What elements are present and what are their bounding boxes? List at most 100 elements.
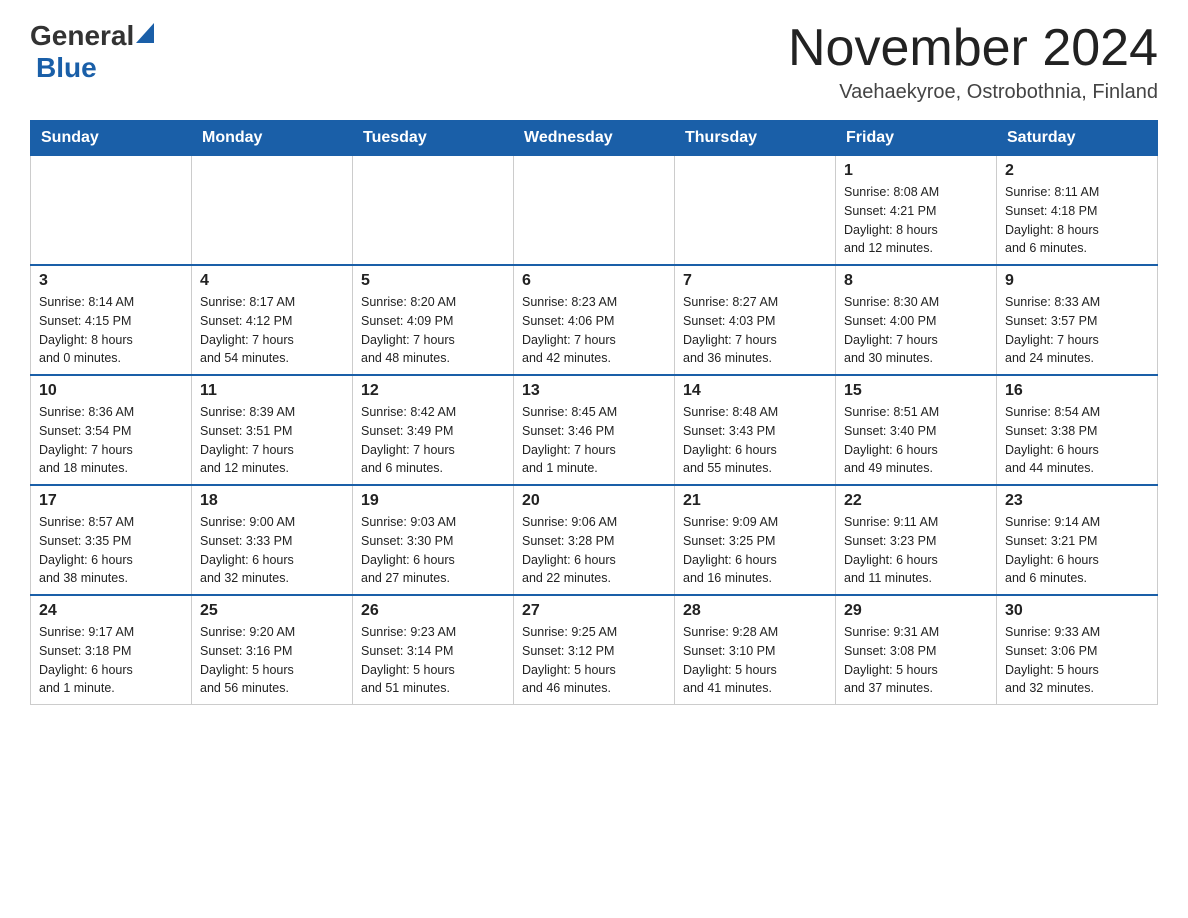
calendar-header-monday: Monday bbox=[192, 121, 353, 156]
day-info: Sunrise: 9:20 AM Sunset: 3:16 PM Dayligh… bbox=[200, 623, 344, 698]
calendar-cell: 17 Sunrise: 8:57 AM Sunset: 3:35 PM Dayli… bbox=[31, 485, 192, 595]
page-header: General Blue November 2024 Vaehaekyroe, … bbox=[30, 20, 1158, 104]
day-number: 30 bbox=[1005, 602, 1149, 620]
title-area: November 2024 Vaehaekyroe, Ostrobothnia,… bbox=[788, 20, 1158, 104]
day-info: Sunrise: 9:23 AM Sunset: 3:14 PM Dayligh… bbox=[361, 623, 505, 698]
day-number: 7 bbox=[683, 272, 827, 290]
calendar-cell: 22 Sunrise: 9:11 AM Sunset: 3:23 PM Dayli… bbox=[836, 485, 997, 595]
calendar-header-saturday: Saturday bbox=[997, 121, 1158, 156]
day-number: 2 bbox=[1005, 162, 1149, 180]
calendar-cell: 23 Sunrise: 9:14 AM Sunset: 3:21 PM Dayli… bbox=[997, 485, 1158, 595]
calendar-header-row: SundayMondayTuesdayWednesdayThursdayFrid… bbox=[31, 121, 1158, 156]
calendar-cell: 10 Sunrise: 8:36 AM Sunset: 3:54 PM Dayli… bbox=[31, 375, 192, 485]
logo-general-text: General bbox=[30, 20, 134, 52]
day-info: Sunrise: 8:57 AM Sunset: 3:35 PM Dayligh… bbox=[39, 513, 183, 588]
day-info: Sunrise: 9:09 AM Sunset: 3:25 PM Dayligh… bbox=[683, 513, 827, 588]
calendar-week-row: 3 Sunrise: 8:14 AM Sunset: 4:15 PM Daylig… bbox=[31, 265, 1158, 375]
calendar-cell: 24Sunrise: 9:17 AM Sunset: 3:18 PM Dayli… bbox=[31, 595, 192, 705]
day-number: 25 bbox=[200, 602, 344, 620]
calendar-cell: 5 Sunrise: 8:20 AM Sunset: 4:09 PM Daylig… bbox=[353, 265, 514, 375]
calendar-week-row: 17 Sunrise: 8:57 AM Sunset: 3:35 PM Dayli… bbox=[31, 485, 1158, 595]
day-info: Sunrise: 9:11 AM Sunset: 3:23 PM Dayligh… bbox=[844, 513, 988, 588]
day-number: 8 bbox=[844, 272, 988, 290]
day-number: 26 bbox=[361, 602, 505, 620]
day-info: Sunrise: 9:17 AM Sunset: 3:18 PM Dayligh… bbox=[39, 623, 183, 698]
calendar-cell bbox=[353, 156, 514, 266]
logo-triangle-icon bbox=[136, 23, 154, 48]
calendar-cell: 3 Sunrise: 8:14 AM Sunset: 4:15 PM Daylig… bbox=[31, 265, 192, 375]
day-info: Sunrise: 9:31 AM Sunset: 3:08 PM Dayligh… bbox=[844, 623, 988, 698]
calendar-cell: 27Sunrise: 9:25 AM Sunset: 3:12 PM Dayli… bbox=[514, 595, 675, 705]
day-number: 10 bbox=[39, 382, 183, 400]
calendar-header-tuesday: Tuesday bbox=[353, 121, 514, 156]
calendar-cell: 14 Sunrise: 8:48 AM Sunset: 3:43 PM Dayli… bbox=[675, 375, 836, 485]
day-number: 13 bbox=[522, 382, 666, 400]
day-number: 22 bbox=[844, 492, 988, 510]
day-number: 4 bbox=[200, 272, 344, 290]
calendar-table: SundayMondayTuesdayWednesdayThursdayFrid… bbox=[30, 120, 1158, 705]
day-number: 11 bbox=[200, 382, 344, 400]
day-info: Sunrise: 8:36 AM Sunset: 3:54 PM Dayligh… bbox=[39, 403, 183, 478]
calendar-week-row: 1Sunrise: 8:08 AM Sunset: 4:21 PM Daylig… bbox=[31, 156, 1158, 266]
day-info: Sunrise: 8:54 AM Sunset: 3:38 PM Dayligh… bbox=[1005, 403, 1149, 478]
calendar-cell: 30 Sunrise: 9:33 AM Sunset: 3:06 PM Dayli… bbox=[997, 595, 1158, 705]
day-info: Sunrise: 9:00 AM Sunset: 3:33 PM Dayligh… bbox=[200, 513, 344, 588]
day-info: Sunrise: 9:14 AM Sunset: 3:21 PM Dayligh… bbox=[1005, 513, 1149, 588]
day-number: 5 bbox=[361, 272, 505, 290]
calendar-cell: 12Sunrise: 8:42 AM Sunset: 3:49 PM Dayli… bbox=[353, 375, 514, 485]
calendar-header-thursday: Thursday bbox=[675, 121, 836, 156]
calendar-header-friday: Friday bbox=[836, 121, 997, 156]
calendar-cell: 18 Sunrise: 9:00 AM Sunset: 3:33 PM Dayli… bbox=[192, 485, 353, 595]
calendar-cell: 9 Sunrise: 8:33 AM Sunset: 3:57 PM Daylig… bbox=[997, 265, 1158, 375]
day-info: Sunrise: 8:48 AM Sunset: 3:43 PM Dayligh… bbox=[683, 403, 827, 478]
month-title: November 2024 bbox=[788, 20, 1158, 77]
calendar-cell: 1Sunrise: 8:08 AM Sunset: 4:21 PM Daylig… bbox=[836, 156, 997, 266]
calendar-cell bbox=[31, 156, 192, 266]
day-number: 17 bbox=[39, 492, 183, 510]
day-number: 1 bbox=[844, 162, 988, 180]
day-info: Sunrise: 8:39 AM Sunset: 3:51 PM Dayligh… bbox=[200, 403, 344, 478]
day-number: 19 bbox=[361, 492, 505, 510]
day-info: Sunrise: 9:06 AM Sunset: 3:28 PM Dayligh… bbox=[522, 513, 666, 588]
calendar-cell: 29Sunrise: 9:31 AM Sunset: 3:08 PM Dayli… bbox=[836, 595, 997, 705]
day-info: Sunrise: 8:27 AM Sunset: 4:03 PM Dayligh… bbox=[683, 293, 827, 368]
calendar-cell: 15Sunrise: 8:51 AM Sunset: 3:40 PM Dayli… bbox=[836, 375, 997, 485]
day-number: 15 bbox=[844, 382, 988, 400]
day-number: 18 bbox=[200, 492, 344, 510]
day-number: 23 bbox=[1005, 492, 1149, 510]
day-info: Sunrise: 9:28 AM Sunset: 3:10 PM Dayligh… bbox=[683, 623, 827, 698]
calendar-cell: 11 Sunrise: 8:39 AM Sunset: 3:51 PM Dayli… bbox=[192, 375, 353, 485]
calendar-cell: 21 Sunrise: 9:09 AM Sunset: 3:25 PM Dayli… bbox=[675, 485, 836, 595]
day-info: Sunrise: 8:33 AM Sunset: 3:57 PM Dayligh… bbox=[1005, 293, 1149, 368]
day-info: Sunrise: 8:14 AM Sunset: 4:15 PM Dayligh… bbox=[39, 293, 183, 368]
calendar-cell: 16 Sunrise: 8:54 AM Sunset: 3:38 PM Dayli… bbox=[997, 375, 1158, 485]
day-number: 9 bbox=[1005, 272, 1149, 290]
calendar-cell: 4 Sunrise: 8:17 AM Sunset: 4:12 PM Daylig… bbox=[192, 265, 353, 375]
day-number: 28 bbox=[683, 602, 827, 620]
calendar-header-sunday: Sunday bbox=[31, 121, 192, 156]
day-info: Sunrise: 8:11 AM Sunset: 4:18 PM Dayligh… bbox=[1005, 183, 1149, 258]
calendar-cell bbox=[675, 156, 836, 266]
calendar-cell: 6Sunrise: 8:23 AM Sunset: 4:06 PM Daylig… bbox=[514, 265, 675, 375]
day-number: 12 bbox=[361, 382, 505, 400]
day-number: 20 bbox=[522, 492, 666, 510]
calendar-cell: 8 Sunrise: 8:30 AM Sunset: 4:00 PM Daylig… bbox=[836, 265, 997, 375]
calendar-week-row: 10 Sunrise: 8:36 AM Sunset: 3:54 PM Dayli… bbox=[31, 375, 1158, 485]
day-info: Sunrise: 9:25 AM Sunset: 3:12 PM Dayligh… bbox=[522, 623, 666, 698]
day-info: Sunrise: 8:17 AM Sunset: 4:12 PM Dayligh… bbox=[200, 293, 344, 368]
day-number: 21 bbox=[683, 492, 827, 510]
calendar-cell: 28 Sunrise: 9:28 AM Sunset: 3:10 PM Dayli… bbox=[675, 595, 836, 705]
day-number: 3 bbox=[39, 272, 183, 290]
calendar-week-row: 24Sunrise: 9:17 AM Sunset: 3:18 PM Dayli… bbox=[31, 595, 1158, 705]
day-info: Sunrise: 8:20 AM Sunset: 4:09 PM Dayligh… bbox=[361, 293, 505, 368]
calendar-cell: 25 Sunrise: 9:20 AM Sunset: 3:16 PM Dayli… bbox=[192, 595, 353, 705]
day-info: Sunrise: 8:45 AM Sunset: 3:46 PM Dayligh… bbox=[522, 403, 666, 478]
calendar-cell bbox=[514, 156, 675, 266]
day-info: Sunrise: 8:23 AM Sunset: 4:06 PM Dayligh… bbox=[522, 293, 666, 368]
day-number: 14 bbox=[683, 382, 827, 400]
calendar-cell: 7 Sunrise: 8:27 AM Sunset: 4:03 PM Daylig… bbox=[675, 265, 836, 375]
day-number: 16 bbox=[1005, 382, 1149, 400]
day-info: Sunrise: 9:33 AM Sunset: 3:06 PM Dayligh… bbox=[1005, 623, 1149, 698]
day-info: Sunrise: 8:30 AM Sunset: 4:00 PM Dayligh… bbox=[844, 293, 988, 368]
logo-blue-text: Blue bbox=[32, 52, 97, 84]
